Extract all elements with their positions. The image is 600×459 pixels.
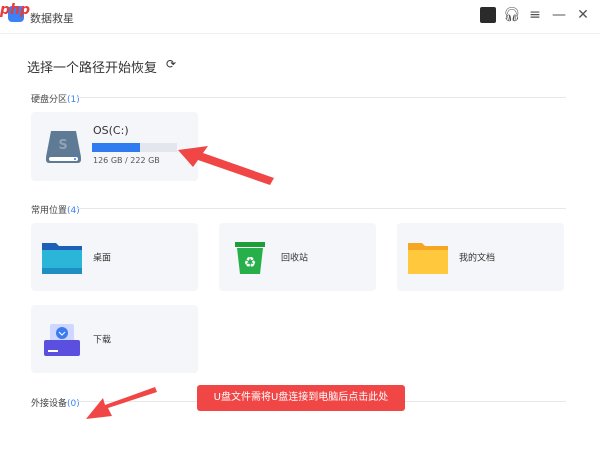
location-documents[interactable]: 我的文档 — [397, 223, 564, 291]
divider — [76, 208, 566, 209]
arrow-to-external — [86, 387, 157, 419]
minimize-icon[interactable]: — — [551, 7, 567, 23]
section-disk-label: 硬盘分区(1) — [31, 95, 80, 105]
divider — [76, 97, 566, 98]
desktop-folder-icon — [42, 243, 82, 274]
location-desktop[interactable]: 桌面 — [31, 223, 198, 291]
recycle-bin-icon: ♻ — [235, 242, 265, 274]
location-downloads[interactable]: 下载 — [31, 305, 198, 373]
title-bar: php 数据救星 🎧︎ ≡ — ✕ — [0, 0, 600, 34]
section-common-label: 常用位置(4) — [31, 206, 80, 216]
close-icon[interactable]: ✕ — [575, 7, 591, 23]
user-avatar[interactable] — [480, 7, 496, 23]
app-title: 数据救星 — [30, 12, 74, 25]
headset-icon[interactable]: 🎧︎ — [503, 7, 521, 23]
download-icon — [44, 324, 80, 356]
svg-text:S: S — [58, 138, 67, 153]
page-title: 选择一个路径开始恢复 — [27, 61, 158, 76]
usb-hint-tooltip[interactable]: U盘文件需将U盘连接到电脑后点击此处 — [197, 385, 405, 411]
section-external-label: 外接设备(0) — [31, 399, 80, 409]
svg-text:♻: ♻ — [244, 255, 257, 271]
location-label: 我的文档 — [459, 253, 496, 264]
location-label: 下载 — [93, 335, 112, 346]
hard-disk-icon: S — [46, 131, 81, 163]
disk-name: OS(C:) — [93, 124, 129, 137]
refresh-icon[interactable]: ⟳ — [166, 57, 176, 71]
disk-usage-fill — [92, 143, 141, 152]
disk-size: 126 GB / 222 GB — [93, 156, 160, 165]
disk-card-c[interactable]: S OS(C:) 126 GB / 222 GB — [31, 112, 198, 181]
disk-usage-bar — [92, 143, 177, 152]
menu-icon[interactable]: ≡ — [527, 7, 543, 23]
location-label: 桌面 — [93, 253, 112, 264]
location-recycle-bin[interactable]: ♻ 回收站 — [219, 223, 376, 291]
documents-folder-icon — [408, 243, 448, 274]
watermark-logo: php — [0, 2, 31, 18]
location-label: 回收站 — [281, 253, 309, 264]
